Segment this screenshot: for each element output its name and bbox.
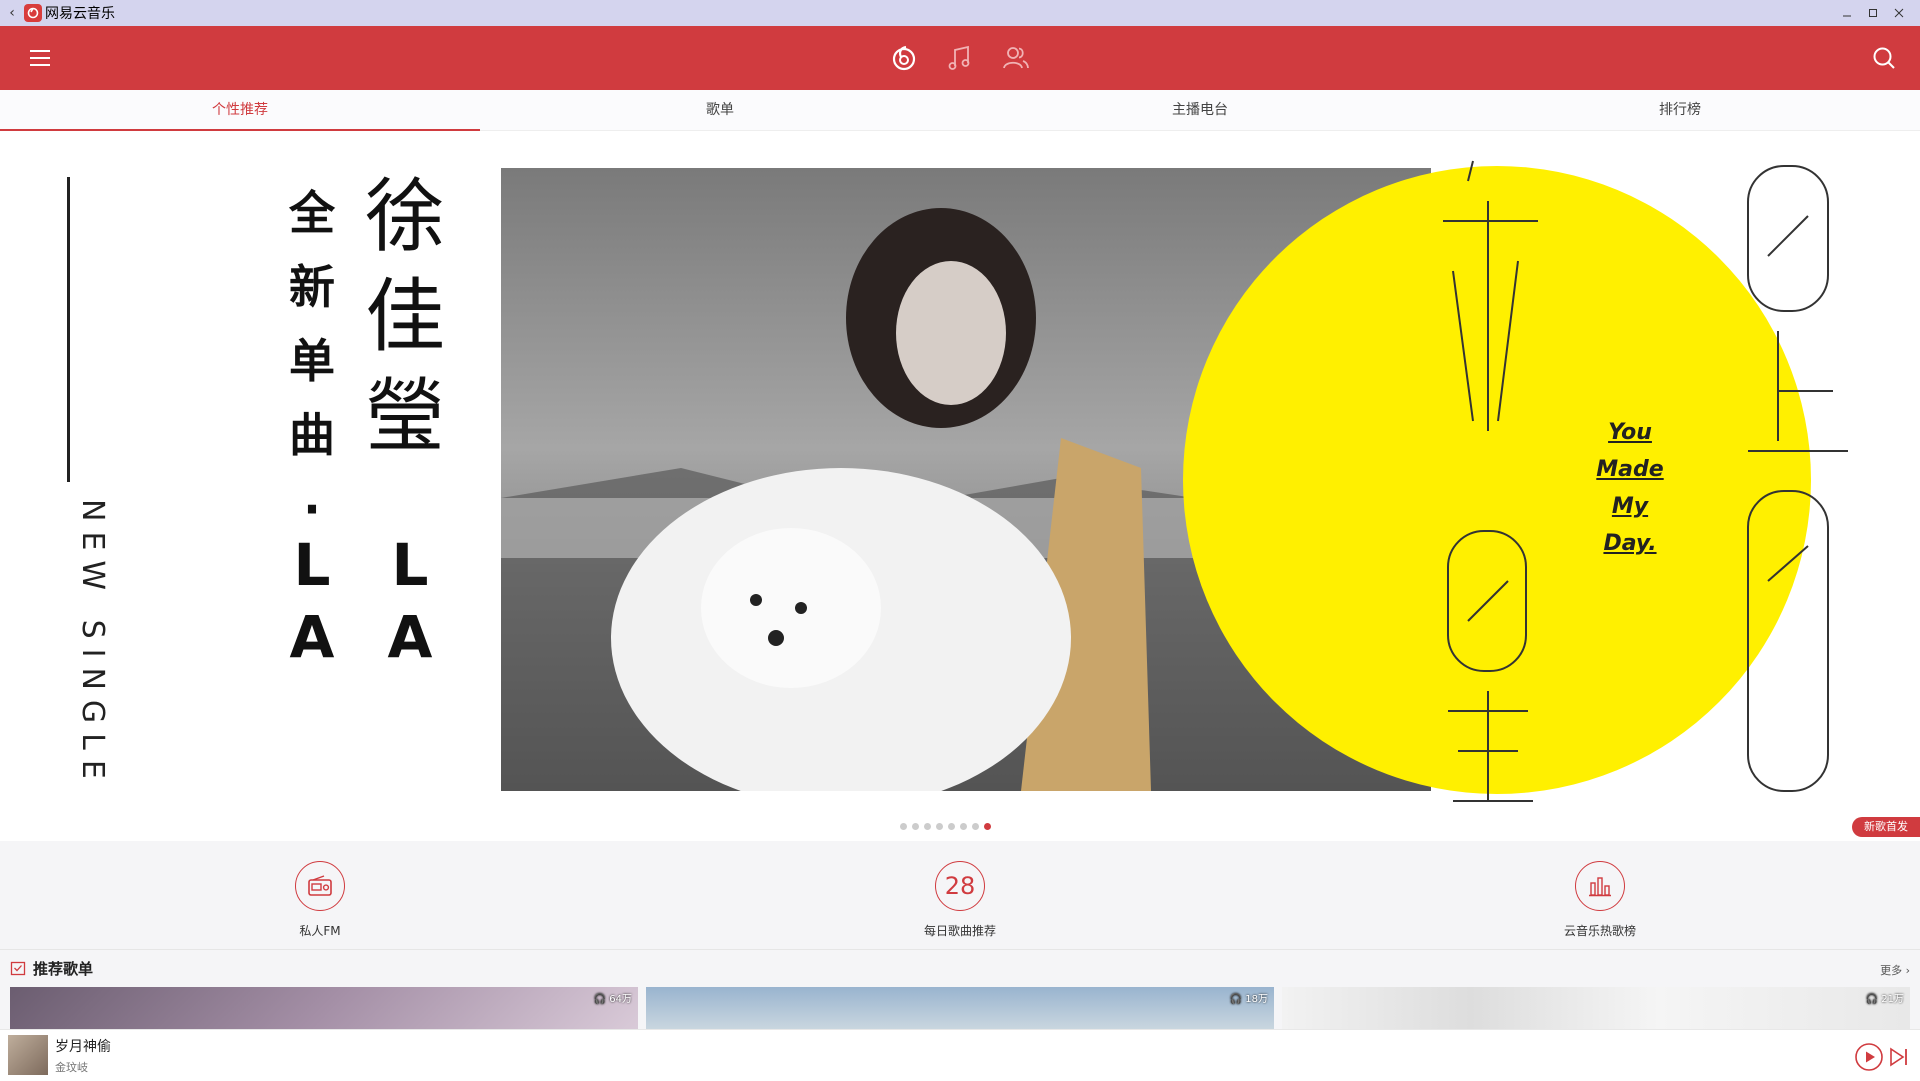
playlist-card[interactable]: 🎧 18万 <box>646 987 1274 1029</box>
banner-pagination <box>900 823 991 830</box>
tab-playlists[interactable]: 歌单 <box>480 90 960 130</box>
window-title-bar: ‹ 网易云音乐 <box>0 0 1920 26</box>
skip-next-icon[interactable] <box>1888 1046 1910 1068</box>
tagline-line: Day. <box>1603 531 1657 556</box>
banner-char: 曲 <box>289 408 335 462</box>
banner-la-small-a: A <box>289 603 335 671</box>
mini-player: 岁月神偷 金玟岐 <box>0 1029 1920 1081</box>
promo-banner[interactable]: NEW SINGLE 全 新 单 曲 · L A 徐 佳 瑩 L A You M… <box>0 131 1920 841</box>
minimize-icon[interactable] <box>1834 0 1860 26</box>
hot-chart-button[interactable]: 云音乐热歌榜 <box>1530 861 1670 939</box>
play-count: 🎧 64万 <box>593 994 632 1005</box>
playlist-card[interactable]: 🎧 21万 <box>1282 987 1910 1029</box>
banner-char: 新 <box>289 260 335 314</box>
play-count: 🎧 21万 <box>1865 994 1904 1005</box>
maximize-icon[interactable] <box>1860 0 1886 26</box>
banner-char: 全 <box>289 186 335 240</box>
app-logo-icon <box>24 4 42 22</box>
banner-dot[interactable] <box>936 823 943 830</box>
banner-la-big-l: L <box>391 531 429 599</box>
app-header <box>0 26 1920 90</box>
playlist-icon <box>10 960 26 980</box>
chevron-right-icon: › <box>1905 964 1910 977</box>
more-link[interactable]: 更多 › <box>1880 962 1910 978</box>
private-fm-label: 私人FM <box>299 924 341 938</box>
hot-chart-label: 云音乐热歌榜 <box>1563 924 1636 938</box>
banner-dot[interactable] <box>960 823 967 830</box>
banner-dot[interactable] <box>900 823 907 830</box>
banner-la-small-l: L <box>293 531 331 599</box>
banner-divider-line <box>67 177 70 482</box>
play-circle-icon[interactable] <box>1854 1042 1884 1072</box>
banner-new-release-badge: 新歌首发 <box>1852 817 1920 837</box>
banner-artist-column: 徐 佳 瑩 <box>360 167 450 467</box>
calendar-day-icon: 28 <box>935 861 985 911</box>
netease-music-logo-icon[interactable] <box>888 42 920 74</box>
playlist-card[interactable]: 🎧 64万 <box>10 987 638 1029</box>
banner-decorative-glyphs-left <box>1428 151 1548 815</box>
more-label: 更多 <box>1880 964 1903 977</box>
back-arrow-icon[interactable]: ‹ <box>0 5 24 21</box>
banner-dot[interactable] <box>924 823 931 830</box>
banner-artist-char: 瑩 <box>365 370 445 463</box>
recommended-playlists-header: 推荐歌单 更多 › <box>0 950 1920 986</box>
play-count: 🎧 18万 <box>1229 994 1268 1005</box>
tagline-line: Made <box>1596 457 1664 482</box>
section-title: 推荐歌单 <box>33 960 94 978</box>
friends-icon[interactable] <box>1000 42 1032 74</box>
tab-charts[interactable]: 排行榜 <box>1440 90 1920 130</box>
search-icon[interactable] <box>1870 44 1898 72</box>
music-note-icon[interactable] <box>944 42 976 74</box>
banner-char: 单 <box>289 334 335 388</box>
radio-icon <box>295 861 345 911</box>
banner-artist-char: 佳 <box>365 270 445 363</box>
chart-bars-icon <box>1575 861 1625 911</box>
banner-artist-char: 徐 <box>365 170 445 263</box>
tab-bar: 个性推荐 歌单 主播电台 排行榜 <box>0 90 1920 131</box>
artist-name: 金玟岐 <box>55 1061 88 1074</box>
daily-recommend-button[interactable]: 28 每日歌曲推荐 <box>890 861 1030 939</box>
tab-personal-recommend[interactable]: 个性推荐 <box>0 90 480 131</box>
banner-dot[interactable] <box>912 823 919 830</box>
banner-dot[interactable] <box>948 823 955 830</box>
hamburger-menu-icon[interactable] <box>26 45 54 71</box>
banner-la-big-a: A <box>387 603 433 671</box>
private-fm-button[interactable]: 私人FM <box>250 861 390 939</box>
tab-radio[interactable]: 主播电台 <box>960 90 1440 130</box>
banner-subtitle-column: 全 新 单 曲 · <box>282 176 342 546</box>
banner-new-single-text: NEW SINGLE <box>75 499 110 789</box>
daily-recommend-label: 每日歌曲推荐 <box>923 924 996 938</box>
playlist-cards: 🎧 64万 🎧 18万 🎧 21万 <box>10 987 1910 1029</box>
song-title: 岁月神偷 <box>55 1039 111 1055</box>
banner-decorative-glyphs-right <box>1738 161 1858 805</box>
banner-dot[interactable] <box>972 823 979 830</box>
tagline-line: You <box>1608 420 1652 445</box>
album-cover[interactable] <box>8 1035 48 1075</box>
close-icon[interactable] <box>1886 0 1912 26</box>
tagline-line: My <box>1611 494 1649 519</box>
quick-entries: 私人FM 28 每日歌曲推荐 云音乐热歌榜 <box>0 841 1920 950</box>
banner-english-tagline: You Made My Day. <box>1590 414 1670 562</box>
banner-dot-active[interactable] <box>984 823 991 830</box>
window-title: 网易云音乐 <box>45 6 115 22</box>
